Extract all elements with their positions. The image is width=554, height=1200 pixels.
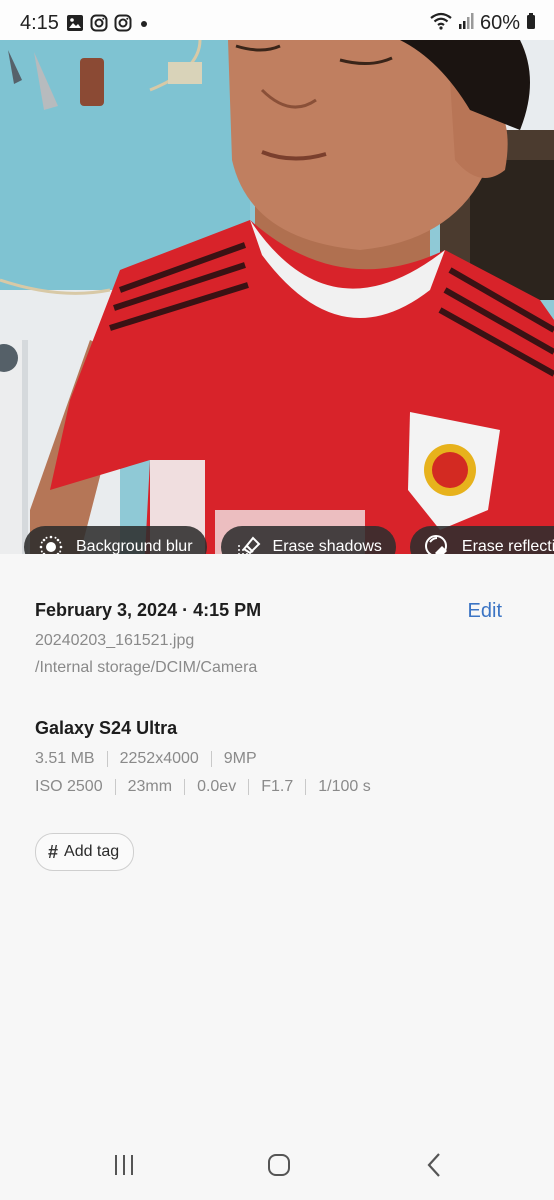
photo-preview[interactable]: Background blur Erase shadows Erase refl… [0, 40, 554, 554]
erase-shadows-button[interactable]: Erase shadows [220, 526, 396, 554]
erase-reflections-label: Erase reflections [461, 538, 554, 554]
status-time: 4:15 [20, 12, 59, 34]
divider [210, 751, 212, 767]
exposure-value: 0.0ev [197, 778, 237, 795]
home-icon [266, 1152, 292, 1183]
battery-icon [526, 12, 536, 35]
photo-action-chips: Background blur Erase shadows Erase refl… [24, 526, 554, 554]
exposure-info-row: ISO 2500 23mm 0.0ev F1.7 1/100 s [35, 778, 371, 796]
focal-length: 23mm [127, 778, 173, 795]
resolution: 2252x4000 [119, 750, 199, 767]
add-tag-button[interactable]: # Add tag [35, 833, 135, 871]
file-name: 20240203_161521.jpg [35, 632, 195, 649]
eraser-icon [233, 532, 263, 554]
megapixels: 9MP [223, 750, 257, 767]
divider [114, 779, 116, 795]
back-button[interactable] [415, 1150, 455, 1184]
file-size: 3.51 MB [35, 750, 95, 767]
divider [184, 779, 186, 795]
status-right: 60% [430, 12, 536, 35]
hashtag-icon: # [48, 841, 59, 862]
background-blur-icon [36, 532, 66, 554]
home-button[interactable] [259, 1150, 299, 1184]
photo-image [0, 40, 554, 554]
battery-percent: 60% [479, 12, 520, 34]
file-info-row: 3.51 MB 2252x4000 9MP [35, 750, 257, 768]
instagram-icon [114, 14, 132, 37]
date-time: February 3, 2024 · 4:15 PM [35, 600, 262, 620]
edit-button[interactable]: Edit [468, 600, 502, 623]
divider [248, 779, 250, 795]
navigation-bar [0, 1134, 554, 1200]
device-name: Galaxy S24 Ultra [35, 718, 178, 738]
back-icon [425, 1152, 445, 1183]
status-bar: 4:15 60% [0, 0, 554, 40]
background-blur-button[interactable]: Background blur [24, 526, 207, 554]
shutter-speed: 1/100 s [318, 778, 371, 795]
divider [305, 779, 307, 795]
erase-reflections-icon [422, 532, 452, 554]
dot-icon [138, 14, 150, 37]
instagram-icon [90, 14, 108, 37]
aperture: F1.7 [261, 778, 294, 795]
notification-icons [66, 14, 150, 37]
gallery-icon [66, 14, 84, 37]
wifi-icon [430, 12, 452, 35]
divider [106, 751, 108, 767]
signal-icon [458, 12, 474, 35]
recents-icon [112, 1153, 136, 1182]
file-path: /Internal storage/DCIM/Camera [35, 659, 258, 676]
erase-shadows-label: Erase shadows [272, 538, 382, 554]
add-tag-label: Add tag [64, 843, 120, 860]
background-blur-label: Background blur [76, 538, 193, 554]
recents-button[interactable] [104, 1150, 144, 1184]
details-panel: February 3, 2024 · 4:15 PM Edit 20240203… [0, 554, 554, 1134]
iso: ISO 2500 [35, 778, 103, 795]
erase-reflections-button[interactable]: Erase reflections [409, 526, 554, 554]
